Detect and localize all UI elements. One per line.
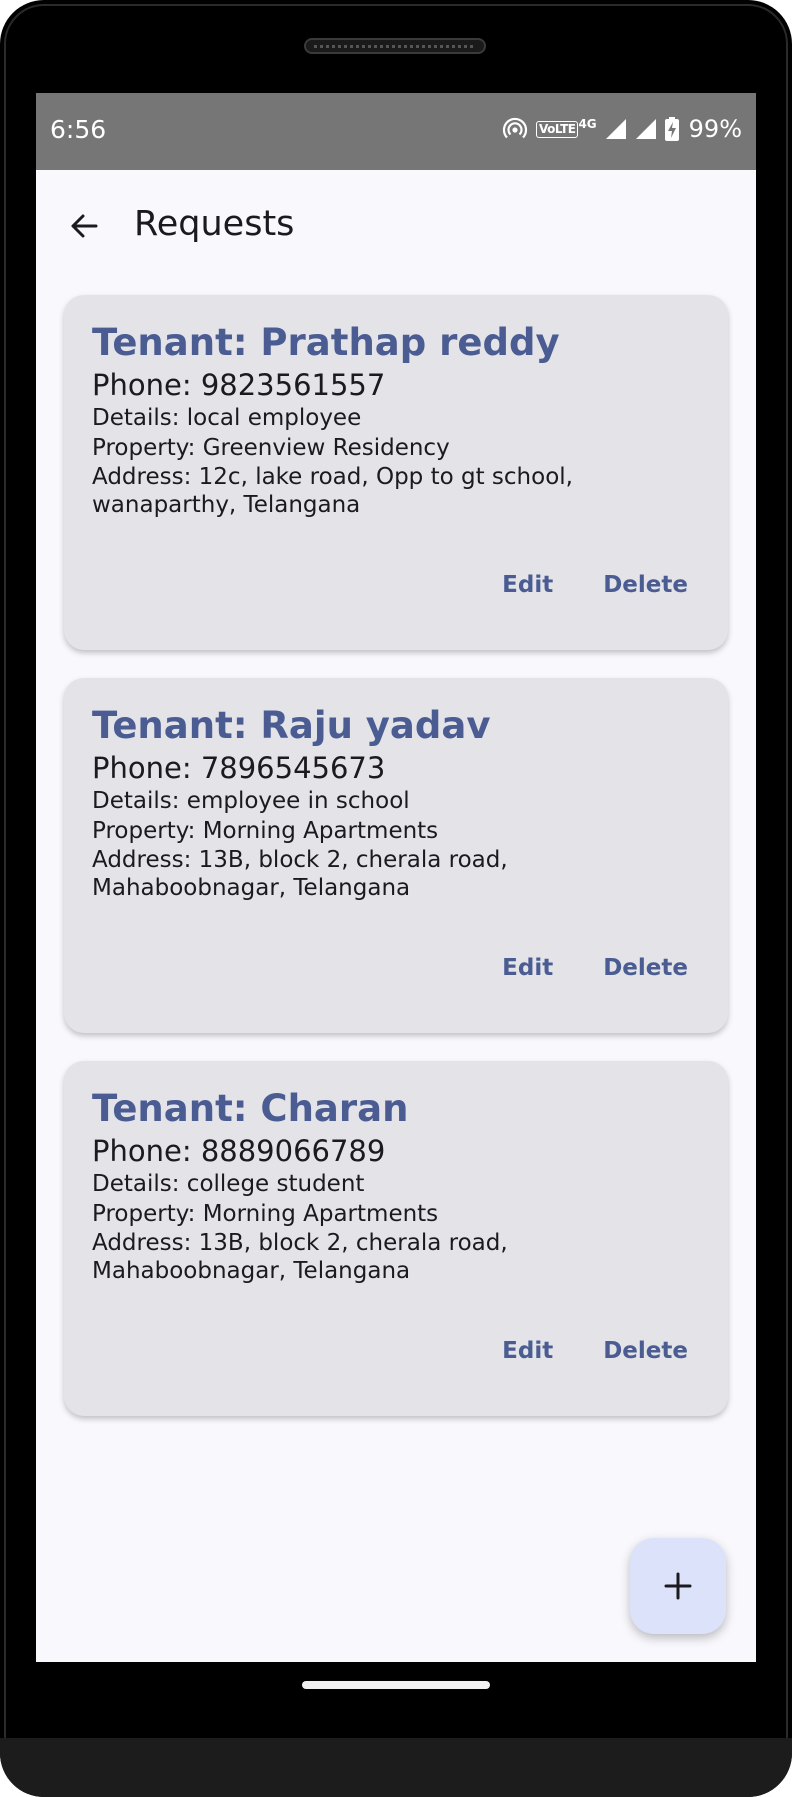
battery-percent: 99% [688,115,742,143]
tenant-details: Details: college student [92,1171,365,1197]
tenant-address: Address: 13B, block 2, cherala road, Mah… [92,847,508,901]
tenant-details: Details: local employee [92,405,362,431]
battery-charging-icon [664,117,679,141]
signal-icon-sim2 [635,119,656,139]
delete-button[interactable]: Delete [603,572,688,598]
card-actions: Edit Delete [502,955,688,981]
tenant-address: Address: 13B, block 2, cherala road, Mah… [92,1230,508,1284]
device-chin [0,1738,792,1797]
request-card[interactable]: Tenant: Raju yadav Phone: 7896545673 Det… [64,678,728,1033]
volte-indicator: VoLTE [536,120,579,138]
requests-list: Tenant: Prathap reddy Phone: 9823561557 … [64,295,728,1444]
gesture-nav-handle[interactable] [302,1681,490,1689]
hotspot-icon [502,117,528,139]
add-request-button[interactable] [630,1538,726,1634]
arrow-back-icon [71,214,98,238]
delete-button[interactable]: Delete [603,955,688,981]
status-time: 6:56 [50,115,107,144]
card-actions: Edit Delete [502,1338,688,1364]
tenant-property: Property: Morning Apartments [92,818,439,844]
signal-icon [605,119,626,139]
network-type: 4G [578,117,597,131]
tenant-phone: Phone: 9823561557 [92,368,386,402]
back-button[interactable] [60,202,108,250]
edit-button[interactable]: Edit [502,1338,553,1364]
page-title: Requests [134,204,295,244]
tenant-property: Property: Greenview Residency [92,435,450,461]
tenant-details: Details: employee in school [92,788,410,814]
screen: 6:56 VoLTE 4G 99% Requests Tenant: Prath… [36,93,756,1662]
tenant-name: Tenant: Prathap reddy [92,321,560,364]
status-bar: 6:56 VoLTE 4G 99% [36,93,756,170]
tenant-property: Property: Morning Apartments [92,1201,439,1227]
card-actions: Edit Delete [502,572,688,598]
tenant-phone: Phone: 8889066789 [92,1134,386,1168]
earpiece-speaker [304,38,486,54]
edit-button[interactable]: Edit [502,572,553,598]
app-bar: Requests [36,170,756,285]
device-frame: 6:56 VoLTE 4G 99% Requests Tenant: Prath… [0,0,792,1797]
tenant-phone: Phone: 7896545673 [92,751,386,785]
tenant-name: Tenant: Charan [92,1087,409,1130]
tenant-name: Tenant: Raju yadav [92,704,491,747]
add-icon [664,1572,692,1600]
status-icons: VoLTE 4G 99% [502,113,742,145]
request-card[interactable]: Tenant: Prathap reddy Phone: 9823561557 … [64,295,728,650]
tenant-address: Address: 12c, lake road, Opp to gt schoo… [92,464,573,518]
delete-button[interactable]: Delete [603,1338,688,1364]
edit-button[interactable]: Edit [502,955,553,981]
request-card[interactable]: Tenant: Charan Phone: 8889066789 Details… [64,1061,728,1416]
